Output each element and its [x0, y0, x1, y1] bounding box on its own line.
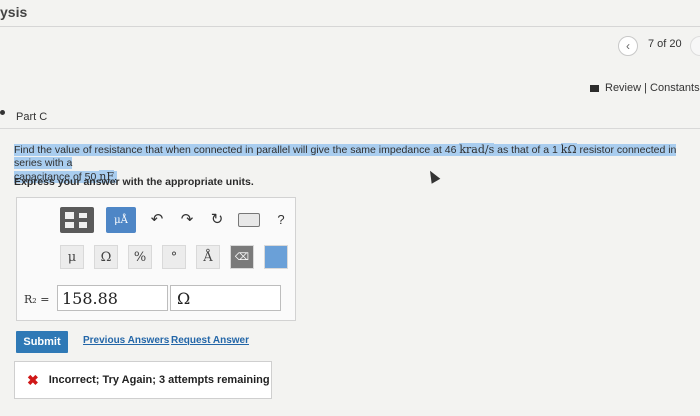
submit-button[interactable]: Submit	[16, 331, 68, 353]
part-bullet-icon	[0, 110, 5, 115]
header-divider	[0, 26, 700, 27]
template-square-icon	[65, 222, 74, 228]
backspace-icon[interactable]: ⌫	[230, 245, 254, 269]
book-icon	[590, 84, 599, 92]
templates-button[interactable]	[60, 207, 94, 233]
resistance-unit: kΩ	[560, 143, 577, 156]
reset-icon[interactable]: ↻	[208, 211, 226, 229]
request-answer-link[interactable]: Request Answer	[171, 335, 249, 346]
chevron-left-icon: ‹	[626, 39, 630, 53]
question-lead: Find the value of resistance that when c…	[14, 144, 457, 156]
previous-answers-link[interactable]: Previous Answers	[83, 335, 169, 346]
template-fraction-icon	[79, 222, 87, 228]
answer-value-input[interactable]: 158.88	[57, 285, 168, 311]
answer-instruction: Express your answer with the appropriate…	[14, 176, 254, 188]
angstrom-symbol-button[interactable]: Å	[196, 245, 220, 269]
ohm-symbol-button[interactable]: Ω	[94, 245, 118, 269]
answer-unit-input[interactable]: Ω	[170, 285, 281, 311]
unit-keyboard-icon[interactable]	[264, 245, 288, 269]
error-x-icon: ✖	[27, 371, 39, 388]
mu-symbol-button[interactable]: μ	[60, 245, 84, 269]
frequency-unit: krad/s	[459, 143, 495, 156]
keyboard-icon[interactable]	[238, 213, 260, 227]
units-button[interactable]: μÅ	[106, 207, 136, 233]
percent-symbol-button[interactable]: %	[128, 245, 152, 269]
part-label[interactable]: Part C	[16, 111, 47, 123]
review-constants-label: Review | Constants	[605, 82, 700, 94]
item-counter: 7 of 20	[648, 38, 682, 50]
symbol-toolbar: μ Ω % ° Å ⌫	[60, 245, 288, 269]
template-square-icon	[65, 212, 74, 219]
degree-symbol-button[interactable]: °	[162, 245, 186, 269]
template-fraction-icon	[79, 213, 87, 218]
redo-icon[interactable]: ↷	[178, 211, 196, 229]
undo-icon[interactable]: ↶	[148, 211, 166, 229]
feedback-box: ✖ Incorrect; Try Again; 3 attempts remai…	[14, 361, 272, 399]
help-icon[interactable]: ?	[272, 211, 290, 229]
answer-variable-label: R₂ =	[24, 293, 50, 306]
page-title: ysis	[0, 4, 28, 20]
math-toolbar: μÅ ↶ ↷ ↻ ?	[60, 207, 290, 233]
question-mid: as that of a 1	[497, 144, 558, 156]
feedback-message: Incorrect; Try Again; 3 attempts remaini…	[48, 374, 270, 386]
previous-item-button[interactable]: ‹	[618, 36, 638, 56]
review-constants-link[interactable]: Review | Constants	[590, 82, 700, 94]
part-divider	[0, 128, 700, 129]
next-item-button[interactable]	[690, 36, 700, 56]
